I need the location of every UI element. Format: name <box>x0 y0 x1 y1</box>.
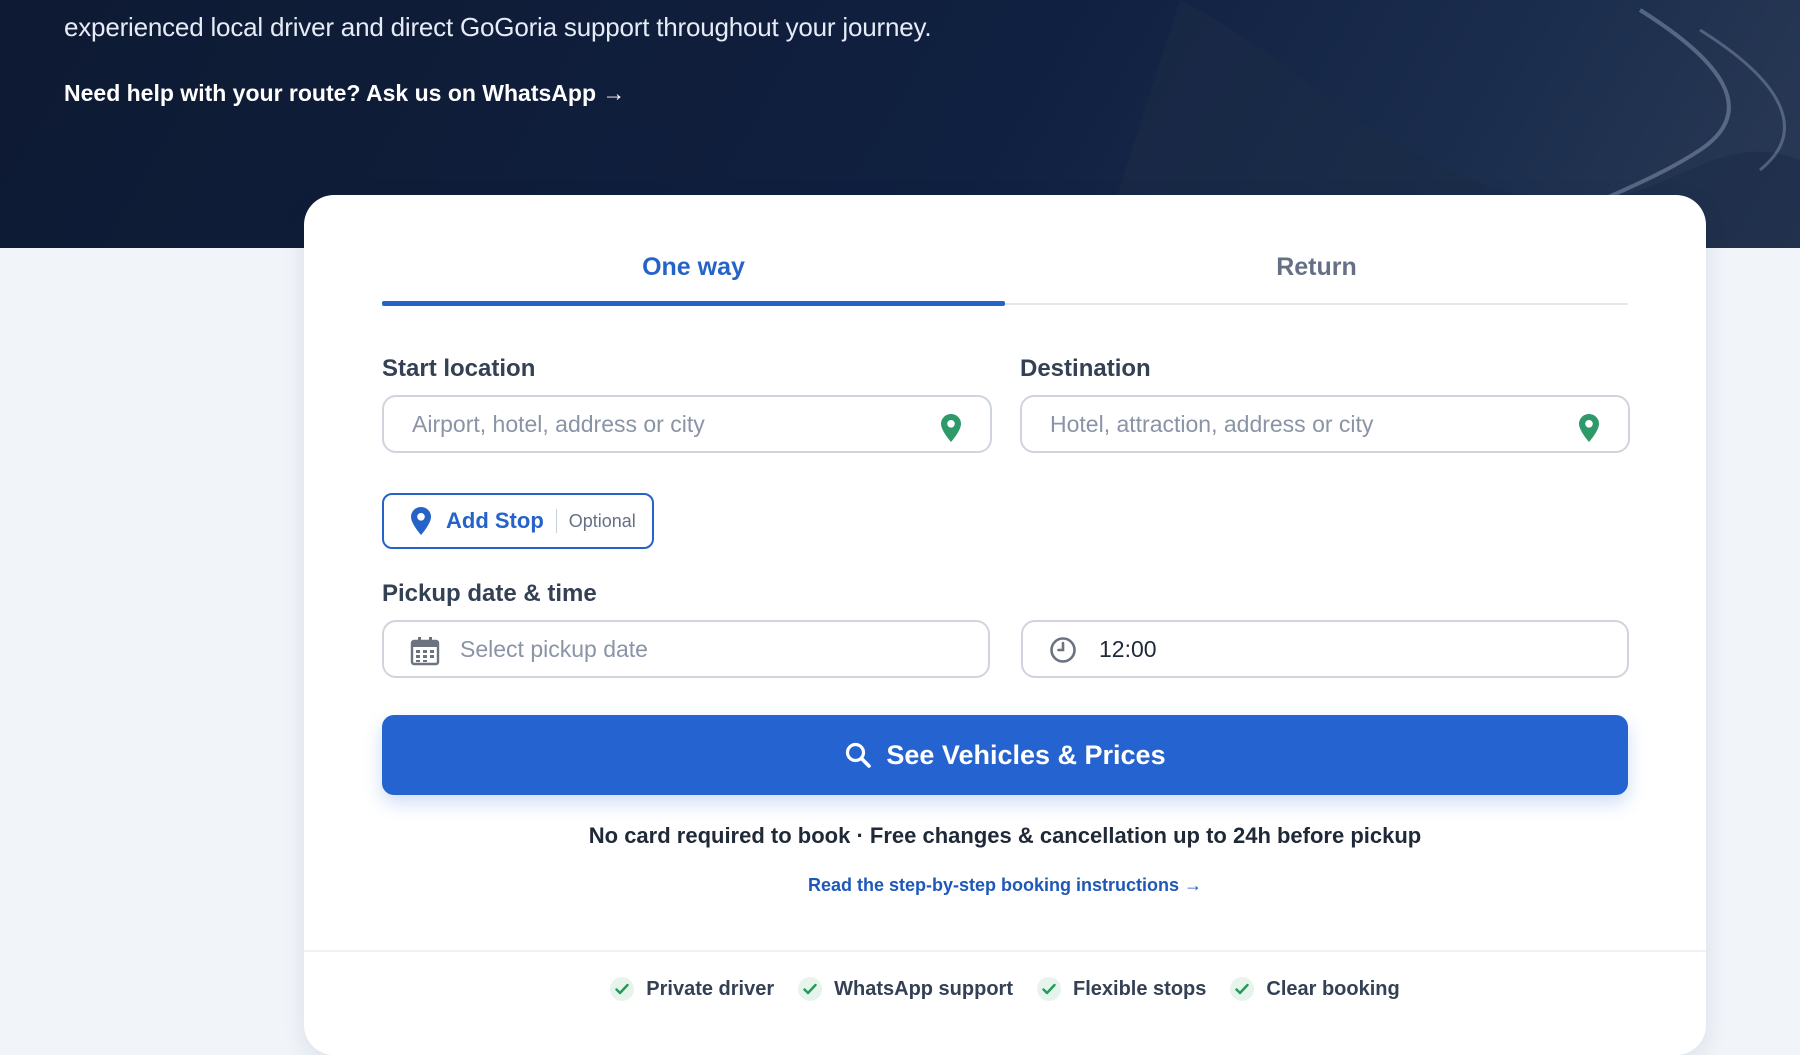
tab-return[interactable]: Return <box>1005 231 1628 303</box>
whatsapp-help-link[interactable]: Need help with your route? Ask us on Wha… <box>64 80 625 107</box>
start-location-input[interactable] <box>384 397 990 451</box>
feature-item: Clear booking <box>1230 977 1400 1001</box>
pickup-date-field <box>382 620 990 678</box>
feature-label: Flexible stops <box>1073 977 1207 1000</box>
feature-label: WhatsApp support <box>834 977 1013 1000</box>
see-vehicles-prices-button[interactable]: See Vehicles & Prices <box>382 715 1628 795</box>
map-pin-icon <box>1579 414 1599 442</box>
calendar-icon <box>410 637 440 666</box>
start-location-label: Start location <box>382 355 536 382</box>
pickup-time-input[interactable] <box>1023 622 1627 676</box>
hero-description: experienced local driver and direct GoGo… <box>64 12 932 42</box>
add-stop-label: Add Stop <box>446 508 544 533</box>
pickup-date-input[interactable] <box>384 622 988 676</box>
tab-one-way[interactable]: One way <box>382 231 1005 306</box>
check-icon <box>610 977 635 1001</box>
features-list: Private driver WhatsApp support Flexible… <box>304 977 1706 1001</box>
check-icon <box>798 977 823 1001</box>
clock-icon <box>1050 637 1076 663</box>
add-stop-optional-hint: Optional <box>568 510 636 531</box>
booking-terms-note: No card required to book · Free changes … <box>588 823 1422 848</box>
pickup-label: Pickup date & time <box>382 580 597 607</box>
pickup-time-field <box>1021 620 1629 678</box>
feature-label: Clear booking <box>1266 977 1400 1000</box>
see-vehicles-prices-label: See Vehicles & Prices <box>886 739 1166 770</box>
feature-item: WhatsApp support <box>798 977 1013 1001</box>
add-stop-separator <box>555 509 557 533</box>
map-pin-icon <box>941 414 961 442</box>
feature-item: Private driver <box>610 977 774 1001</box>
check-icon <box>1037 977 1061 1001</box>
trip-type-tabs: One way Return <box>382 231 1628 306</box>
search-icon <box>846 742 872 768</box>
feature-label: Private driver <box>646 977 775 1000</box>
destination-input[interactable] <box>1022 397 1628 451</box>
add-stop-button[interactable]: Add Stop Optional <box>382 493 654 549</box>
destination-field <box>1020 395 1630 453</box>
card-divider <box>304 950 1706 952</box>
booking-card: One way Return Start location Destinatio… <box>304 195 1706 1055</box>
feature-item: Flexible stops <box>1037 977 1206 1001</box>
start-location-field <box>382 395 992 453</box>
check-icon <box>1230 977 1255 1001</box>
booking-instructions-link[interactable]: Read the step-by-step booking instructio… <box>382 875 1628 896</box>
map-pin-icon <box>411 507 431 535</box>
destination-label: Destination <box>1020 355 1151 382</box>
